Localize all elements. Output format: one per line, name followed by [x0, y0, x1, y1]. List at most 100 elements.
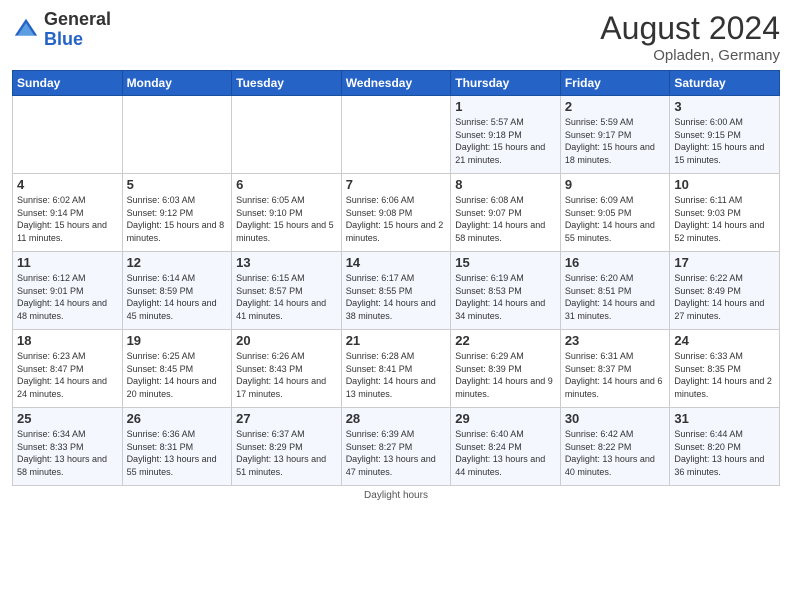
- day-info: Sunrise: 6:39 AM Sunset: 8:27 PM Dayligh…: [346, 428, 447, 478]
- title-block: August 2024 Opladen, Germany: [600, 10, 780, 64]
- location: Opladen, Germany: [600, 47, 780, 64]
- day-number: 12: [127, 255, 228, 270]
- calendar-cell: 16 Sunrise: 6:20 AM Sunset: 8:51 PM Dayli…: [560, 252, 670, 330]
- calendar-week-row: 25 Sunrise: 6:34 AM Sunset: 8:33 PM Dayli…: [13, 408, 780, 486]
- day-number: 14: [346, 255, 447, 270]
- weekday-header-wednesday: Wednesday: [341, 71, 451, 96]
- page-container: General Blue August 2024 Opladen, German…: [0, 0, 792, 509]
- calendar-cell: 5 Sunrise: 6:03 AM Sunset: 9:12 PM Daylig…: [122, 174, 232, 252]
- calendar-cell: 28Sunrise: 6:39 AM Sunset: 8:27 PM Dayli…: [341, 408, 451, 486]
- calendar-week-row: 11Sunrise: 6:12 AM Sunset: 9:01 PM Dayli…: [13, 252, 780, 330]
- weekday-header-friday: Friday: [560, 71, 670, 96]
- day-number: 29: [455, 411, 556, 426]
- logo-blue: Blue: [44, 29, 83, 49]
- calendar-cell: 8Sunrise: 6:08 AM Sunset: 9:07 PM Daylig…: [451, 174, 561, 252]
- day-info: Sunrise: 6:00 AM Sunset: 9:15 PM Dayligh…: [674, 116, 775, 166]
- calendar-cell: [232, 96, 342, 174]
- day-number: 10: [674, 177, 775, 192]
- day-info: Sunrise: 6:17 AM Sunset: 8:55 PM Dayligh…: [346, 272, 447, 322]
- logo-general: General: [44, 9, 111, 29]
- day-number: 18: [17, 333, 118, 348]
- weekday-header-sunday: Sunday: [13, 71, 123, 96]
- calendar-week-row: 18 Sunrise: 6:23 AM Sunset: 8:47 PM Dayli…: [13, 330, 780, 408]
- calendar-cell: 30Sunrise: 6:42 AM Sunset: 8:22 PM Dayli…: [560, 408, 670, 486]
- day-number: 6: [236, 177, 337, 192]
- day-info: Sunrise: 6:29 AM Sunset: 8:39 PM Dayligh…: [455, 350, 556, 400]
- day-info: Sunrise: 6:22 AM Sunset: 8:49 PM Dayligh…: [674, 272, 775, 322]
- day-number: 25: [17, 411, 118, 426]
- logo: General Blue: [12, 10, 111, 50]
- month-title: August 2024: [600, 10, 780, 47]
- day-info: Sunrise: 6:26 AM Sunset: 8:43 PM Dayligh…: [236, 350, 337, 400]
- day-info: Sunrise: 6:42 AM Sunset: 8:22 PM Dayligh…: [565, 428, 666, 478]
- day-info: Sunrise: 6:03 AM Sunset: 9:12 PM Dayligh…: [127, 194, 228, 244]
- calendar-cell: 26Sunrise: 6:36 AM Sunset: 8:31 PM Dayli…: [122, 408, 232, 486]
- day-number: 11: [17, 255, 118, 270]
- day-info: Sunrise: 6:34 AM Sunset: 8:33 PM Dayligh…: [17, 428, 118, 478]
- day-number: 16: [565, 255, 666, 270]
- day-number: 26: [127, 411, 228, 426]
- calendar-cell: 12 Sunrise: 6:14 AM Sunset: 8:59 PM Dayli…: [122, 252, 232, 330]
- day-number: 1: [455, 99, 556, 114]
- day-info: Sunrise: 6:44 AM Sunset: 8:20 PM Dayligh…: [674, 428, 775, 478]
- day-number: 3: [674, 99, 775, 114]
- weekday-header-monday: Monday: [122, 71, 232, 96]
- day-number: 31: [674, 411, 775, 426]
- calendar-table: SundayMondayTuesdayWednesdayThursdayFrid…: [12, 70, 780, 486]
- day-info: Sunrise: 6:23 AM Sunset: 8:47 PM Dayligh…: [17, 350, 118, 400]
- footer-note: Daylight hours: [12, 490, 780, 501]
- day-number: 15: [455, 255, 556, 270]
- calendar-cell: 15 Sunrise: 6:19 AM Sunset: 8:53 PM Dayli…: [451, 252, 561, 330]
- day-info: Sunrise: 6:02 AM Sunset: 9:14 PM Dayligh…: [17, 194, 118, 244]
- day-info: Sunrise: 6:08 AM Sunset: 9:07 PM Dayligh…: [455, 194, 556, 244]
- calendar-cell: 4Sunrise: 6:02 AM Sunset: 9:14 PM Daylig…: [13, 174, 123, 252]
- weekday-header-tuesday: Tuesday: [232, 71, 342, 96]
- day-info: Sunrise: 6:25 AM Sunset: 8:45 PM Dayligh…: [127, 350, 228, 400]
- calendar-cell: 21Sunrise: 6:28 AM Sunset: 8:41 PM Dayli…: [341, 330, 451, 408]
- calendar-cell: 23 Sunrise: 6:31 AM Sunset: 8:37 PM Dayli…: [560, 330, 670, 408]
- day-number: 7: [346, 177, 447, 192]
- day-info: Sunrise: 6:15 AM Sunset: 8:57 PM Dayligh…: [236, 272, 337, 322]
- calendar-cell: 13 Sunrise: 6:15 AM Sunset: 8:57 PM Dayli…: [232, 252, 342, 330]
- calendar-week-row: 4Sunrise: 6:02 AM Sunset: 9:14 PM Daylig…: [13, 174, 780, 252]
- calendar-cell: 31 Sunrise: 6:44 AM Sunset: 8:20 PM Dayli…: [670, 408, 780, 486]
- calendar-cell: 24 Sunrise: 6:33 AM Sunset: 8:35 PM Dayli…: [670, 330, 780, 408]
- logo-icon: [12, 16, 40, 44]
- day-info: Sunrise: 6:19 AM Sunset: 8:53 PM Dayligh…: [455, 272, 556, 322]
- day-info: Sunrise: 6:31 AM Sunset: 8:37 PM Dayligh…: [565, 350, 666, 400]
- calendar-cell: 20 Sunrise: 6:26 AM Sunset: 8:43 PM Dayli…: [232, 330, 342, 408]
- calendar-cell: 22Sunrise: 6:29 AM Sunset: 8:39 PM Dayli…: [451, 330, 561, 408]
- calendar-cell: [13, 96, 123, 174]
- calendar-cell: 25 Sunrise: 6:34 AM Sunset: 8:33 PM Dayli…: [13, 408, 123, 486]
- day-number: 27: [236, 411, 337, 426]
- day-number: 20: [236, 333, 337, 348]
- weekday-header-row: SundayMondayTuesdayWednesdayThursdayFrid…: [13, 71, 780, 96]
- calendar-cell: 19 Sunrise: 6:25 AM Sunset: 8:45 PM Dayli…: [122, 330, 232, 408]
- day-number: 23: [565, 333, 666, 348]
- logo-text: General Blue: [44, 10, 111, 50]
- day-info: Sunrise: 6:09 AM Sunset: 9:05 PM Dayligh…: [565, 194, 666, 244]
- calendar-cell: 29Sunrise: 6:40 AM Sunset: 8:24 PM Dayli…: [451, 408, 561, 486]
- calendar-cell: 27 Sunrise: 6:37 AM Sunset: 8:29 PM Dayli…: [232, 408, 342, 486]
- day-info: Sunrise: 6:06 AM Sunset: 9:08 PM Dayligh…: [346, 194, 447, 244]
- calendar-cell: 6 Sunrise: 6:05 AM Sunset: 9:10 PM Daylig…: [232, 174, 342, 252]
- day-info: Sunrise: 5:57 AM Sunset: 9:18 PM Dayligh…: [455, 116, 556, 166]
- calendar-cell: 1 Sunrise: 5:57 AM Sunset: 9:18 PM Daylig…: [451, 96, 561, 174]
- day-info: Sunrise: 6:28 AM Sunset: 8:41 PM Dayligh…: [346, 350, 447, 400]
- day-number: 5: [127, 177, 228, 192]
- day-info: Sunrise: 6:05 AM Sunset: 9:10 PM Dayligh…: [236, 194, 337, 244]
- day-info: Sunrise: 6:33 AM Sunset: 8:35 PM Dayligh…: [674, 350, 775, 400]
- day-info: Sunrise: 6:37 AM Sunset: 8:29 PM Dayligh…: [236, 428, 337, 478]
- day-info: Sunrise: 6:14 AM Sunset: 8:59 PM Dayligh…: [127, 272, 228, 322]
- calendar-week-row: 1 Sunrise: 5:57 AM Sunset: 9:18 PM Daylig…: [13, 96, 780, 174]
- day-info: Sunrise: 6:20 AM Sunset: 8:51 PM Dayligh…: [565, 272, 666, 322]
- day-number: 9: [565, 177, 666, 192]
- day-info: Sunrise: 5:59 AM Sunset: 9:17 PM Dayligh…: [565, 116, 666, 166]
- calendar-cell: 10Sunrise: 6:11 AM Sunset: 9:03 PM Dayli…: [670, 174, 780, 252]
- day-number: 24: [674, 333, 775, 348]
- day-number: 19: [127, 333, 228, 348]
- calendar-cell: 2Sunrise: 5:59 AM Sunset: 9:17 PM Daylig…: [560, 96, 670, 174]
- page-header: General Blue August 2024 Opladen, German…: [12, 10, 780, 64]
- calendar-cell: 9 Sunrise: 6:09 AM Sunset: 9:05 PM Daylig…: [560, 174, 670, 252]
- day-number: 13: [236, 255, 337, 270]
